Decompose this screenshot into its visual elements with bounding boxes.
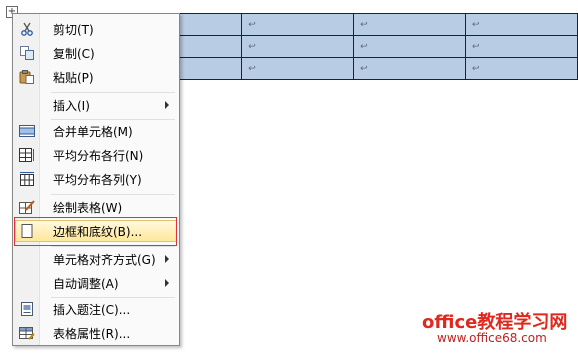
menu-item-label: 剪切(T) (53, 23, 94, 37)
context-menu: 剪切(T) 复制(C) 粘贴(P) 插入(I) 合并单元格(M) 平均分布各行(… (12, 13, 180, 346)
distribute-columns-icon (20, 172, 34, 186)
highlight-annotation-frame (14, 217, 177, 246)
menu-item-label: 复制(C) (53, 47, 95, 61)
submenu-arrow-icon (165, 255, 169, 263)
watermark-url: www.office68.com (437, 331, 547, 345)
menu-item-cell-alignment[interactable]: 单元格对齐方式(G) (15, 248, 177, 270)
menu-item-label: 表格属性(R)... (53, 327, 131, 341)
menu-item-distribute-columns[interactable]: 平均分布各列(Y) (15, 168, 177, 190)
menu-separator (51, 246, 175, 247)
menu-item-autofit[interactable]: 自动调整(A) (15, 272, 177, 294)
distribute-rows-icon (19, 148, 34, 162)
table-cell[interactable]: ↩ (241, 35, 355, 58)
scissors-icon (21, 22, 33, 36)
menu-item-merge-cells[interactable]: 合并单元格(M) (15, 120, 177, 142)
menu-item-label: 插入(I) (53, 99, 90, 113)
menu-item-paste[interactable]: 粘贴(P) (15, 66, 177, 88)
table-cell[interactable]: ↩ (353, 35, 467, 58)
submenu-arrow-icon (165, 279, 169, 287)
menu-item-label: 绘制表格(W) (53, 201, 123, 215)
menu-item-label: 插入题注(C)... (53, 303, 131, 317)
menu-item-label: 平均分布各列(Y) (53, 173, 142, 187)
table-cell[interactable]: ↩ (465, 13, 578, 36)
menu-item-table-properties[interactable]: 表格属性(R)... (15, 322, 177, 344)
table-cell[interactable]: ↩ (353, 57, 467, 80)
paste-icon (19, 70, 34, 84)
menu-item-label: 粘贴(P) (53, 71, 94, 85)
draw-table-icon (19, 200, 35, 214)
table-cell[interactable]: ↩ (465, 57, 578, 80)
menu-item-label: 单元格对齐方式(G) (53, 253, 156, 267)
table-properties-icon (19, 327, 35, 340)
menu-item-label: 平均分布各行(N) (53, 149, 144, 163)
menu-item-label: 自动调整(A) (53, 277, 119, 291)
menu-item-insert-caption[interactable]: 插入题注(C)... (15, 298, 177, 320)
table-cell[interactable]: ↩ (241, 57, 355, 80)
menu-item-insert[interactable]: 插入(I) (15, 94, 177, 116)
merge-cells-icon (19, 125, 35, 137)
table-cell[interactable]: ↩ (241, 13, 355, 36)
menu-item-cut[interactable]: 剪切(T) (15, 18, 177, 40)
table-cell[interactable]: ↩ (353, 13, 467, 36)
table-cell[interactable]: ↩ (465, 35, 578, 58)
menu-item-draw-table[interactable]: 绘制表格(W) (15, 196, 177, 218)
menu-separator (51, 92, 175, 93)
copy-icon (20, 46, 34, 60)
menu-item-label: 合并单元格(M) (53, 125, 133, 139)
submenu-arrow-icon (165, 101, 169, 109)
insert-caption-icon (21, 302, 33, 316)
menu-item-copy[interactable]: 复制(C) (15, 42, 177, 64)
menu-separator (51, 194, 175, 195)
menu-item-distribute-rows[interactable]: 平均分布各行(N) (15, 144, 177, 166)
